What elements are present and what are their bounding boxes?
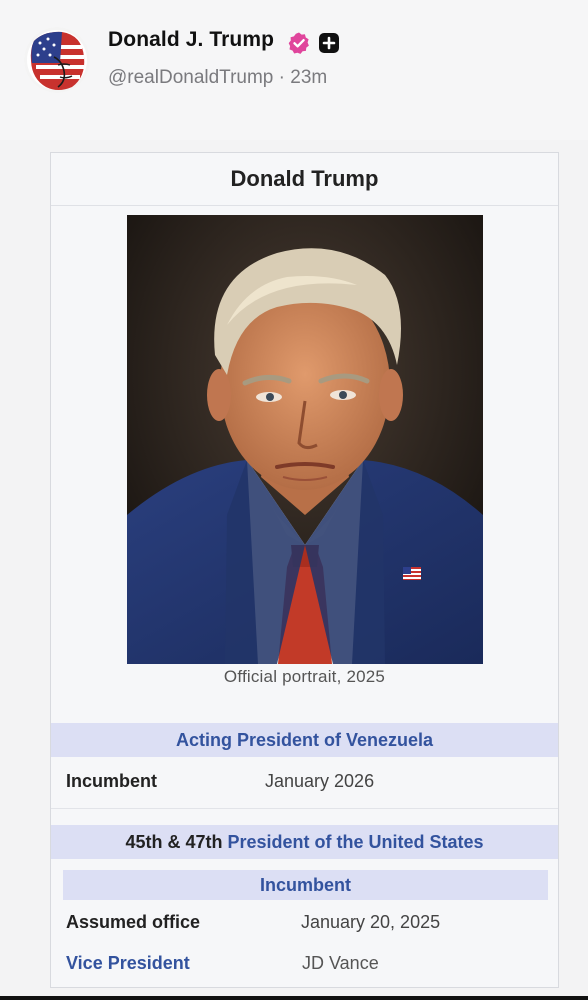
- author-handle-time: @realDonaldTrump · 23m: [108, 67, 328, 88]
- venezuela-incumbent-date: January 2026: [265, 771, 375, 791]
- post-header: Donald J. Trump @realDonaldTrump · 23m: [0, 0, 588, 140]
- assumed-office-label: Assumed office: [66, 912, 201, 932]
- assumed-office-date: January 20, 2025: [301, 912, 441, 932]
- vice-president-value[interactable]: JD Vance: [302, 953, 379, 974]
- us-office-ordinal: 45th & 47th: [125, 832, 228, 852]
- avatar-flag-face-icon: [24, 27, 90, 93]
- verified-badge-icon: [288, 32, 309, 54]
- official-portrait-image[interactable]: [127, 215, 483, 664]
- bottom-edge-bar: [0, 996, 588, 1000]
- us-office-header: 45th & 47th President of the United Stat…: [51, 825, 558, 859]
- venezuela-office-header[interactable]: Acting President of Venezuela: [51, 723, 558, 757]
- author-name[interactable]: Donald J. Trump: [108, 28, 274, 52]
- us-incumbent-subheader[interactable]: Incumbent: [63, 870, 548, 900]
- infobox-title: Donald Trump: [51, 153, 558, 206]
- portrait-caption: Official portrait, 2025: [223, 667, 386, 686]
- vice-president-label[interactable]: Vice President: [66, 953, 190, 974]
- venezuela-incumbent-label: Incumbent: [66, 771, 158, 791]
- wiki-infobox: Donald Trump Official portrait, 2025 Act…: [50, 152, 559, 988]
- divider: [51, 808, 558, 809]
- avatar[interactable]: [24, 27, 90, 93]
- add-follow-icon[interactable]: [318, 32, 340, 54]
- us-president-link[interactable]: President of the United States: [227, 832, 483, 852]
- portrait-illustration: [127, 215, 483, 664]
